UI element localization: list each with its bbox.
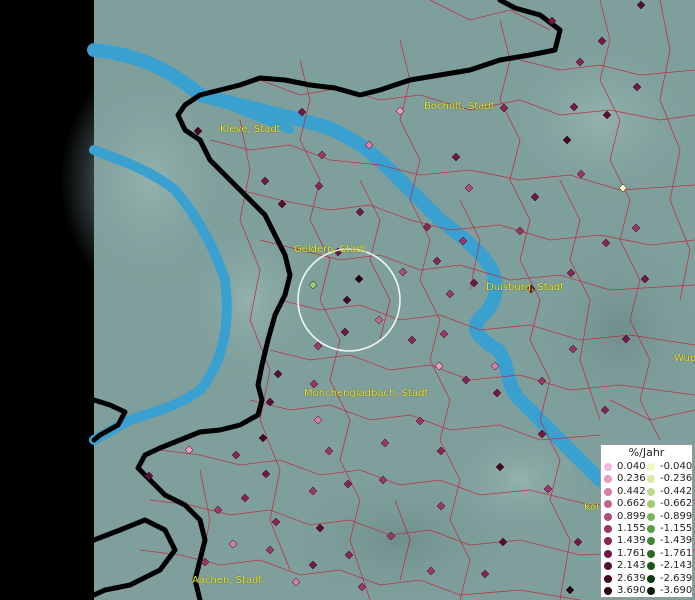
legend-swatch bbox=[647, 487, 655, 496]
legend-swatch bbox=[647, 512, 655, 521]
legend-label: -0.236 bbox=[660, 473, 693, 485]
legend-swatch bbox=[604, 537, 612, 546]
legend-swatch bbox=[604, 475, 612, 484]
legend-swatch bbox=[647, 500, 655, 509]
city-label[interactable]: Wup bbox=[674, 353, 695, 364]
legend-label: -2.639 bbox=[660, 572, 693, 584]
legend-swatch bbox=[604, 500, 612, 509]
legend-swatch bbox=[604, 487, 612, 496]
legend-label: -0.662 bbox=[660, 498, 693, 510]
city-label[interactable]: Mönchengladbach, Stadt bbox=[304, 388, 428, 399]
legend-label: 0.236 bbox=[617, 473, 646, 485]
city-label[interactable]: Bocholt, Stadt bbox=[424, 101, 495, 112]
legend-label: 1.155 bbox=[617, 523, 646, 534]
city-label[interactable]: Aachen, Stadt bbox=[192, 575, 262, 586]
legend-swatch bbox=[604, 525, 612, 533]
city-label[interactable]: Geldern, Stadt bbox=[294, 244, 366, 255]
legend-label: 0.662 bbox=[617, 498, 646, 510]
legend-swatch bbox=[604, 549, 612, 558]
legend-label: -1.155 bbox=[660, 523, 693, 534]
legend-swatch bbox=[647, 549, 655, 558]
legend-label: 3.690 bbox=[617, 585, 646, 596]
legend-swatch bbox=[647, 475, 655, 484]
legend-swatch bbox=[604, 574, 612, 583]
legend-swatch bbox=[604, 587, 612, 595]
legend-swatch bbox=[604, 562, 612, 571]
map-margin bbox=[0, 0, 94, 600]
legend-swatch bbox=[647, 463, 655, 471]
legend-title: %/Jahr bbox=[628, 446, 665, 459]
legend-label: 1.439 bbox=[617, 535, 646, 547]
legend-label: -0.442 bbox=[660, 485, 693, 497]
legend-swatch bbox=[647, 562, 655, 571]
city-label[interactable]: Köl bbox=[584, 502, 599, 513]
legend-swatch bbox=[604, 463, 612, 471]
legend-label: 0.899 bbox=[617, 510, 646, 522]
map-view[interactable]: Bocholt, Stadt Kleve, Stadt Geldern, Stadt… bbox=[0, 0, 695, 600]
legend-label: -3.690 bbox=[660, 585, 693, 596]
legend-label: 2.639 bbox=[617, 572, 646, 584]
legend-label: -2.143 bbox=[660, 560, 693, 572]
legend-label: 1.761 bbox=[617, 547, 646, 559]
city-label[interactable]: Kleve, Stadt bbox=[220, 124, 281, 135]
legend: %/Jahr 0.040 -0.040 0.236 -0.236 0.442 -0.442… bbox=[600, 444, 693, 598]
legend-swatch bbox=[647, 587, 655, 595]
legend-swatch bbox=[647, 525, 655, 533]
legend-swatch bbox=[604, 512, 612, 521]
legend-swatch bbox=[647, 537, 655, 546]
legend-label: 2.143 bbox=[617, 560, 646, 572]
legend-label: -1.761 bbox=[660, 547, 693, 559]
legend-label: -0.040 bbox=[660, 461, 693, 472]
legend-swatch bbox=[647, 574, 655, 583]
legend-label: 0.442 bbox=[617, 485, 646, 497]
legend-label: -0.899 bbox=[660, 510, 693, 522]
legend-label: -1.439 bbox=[660, 535, 693, 547]
legend-label: 0.040 bbox=[617, 461, 646, 472]
city-label[interactable]: Duisburg, Stadt bbox=[486, 282, 564, 293]
